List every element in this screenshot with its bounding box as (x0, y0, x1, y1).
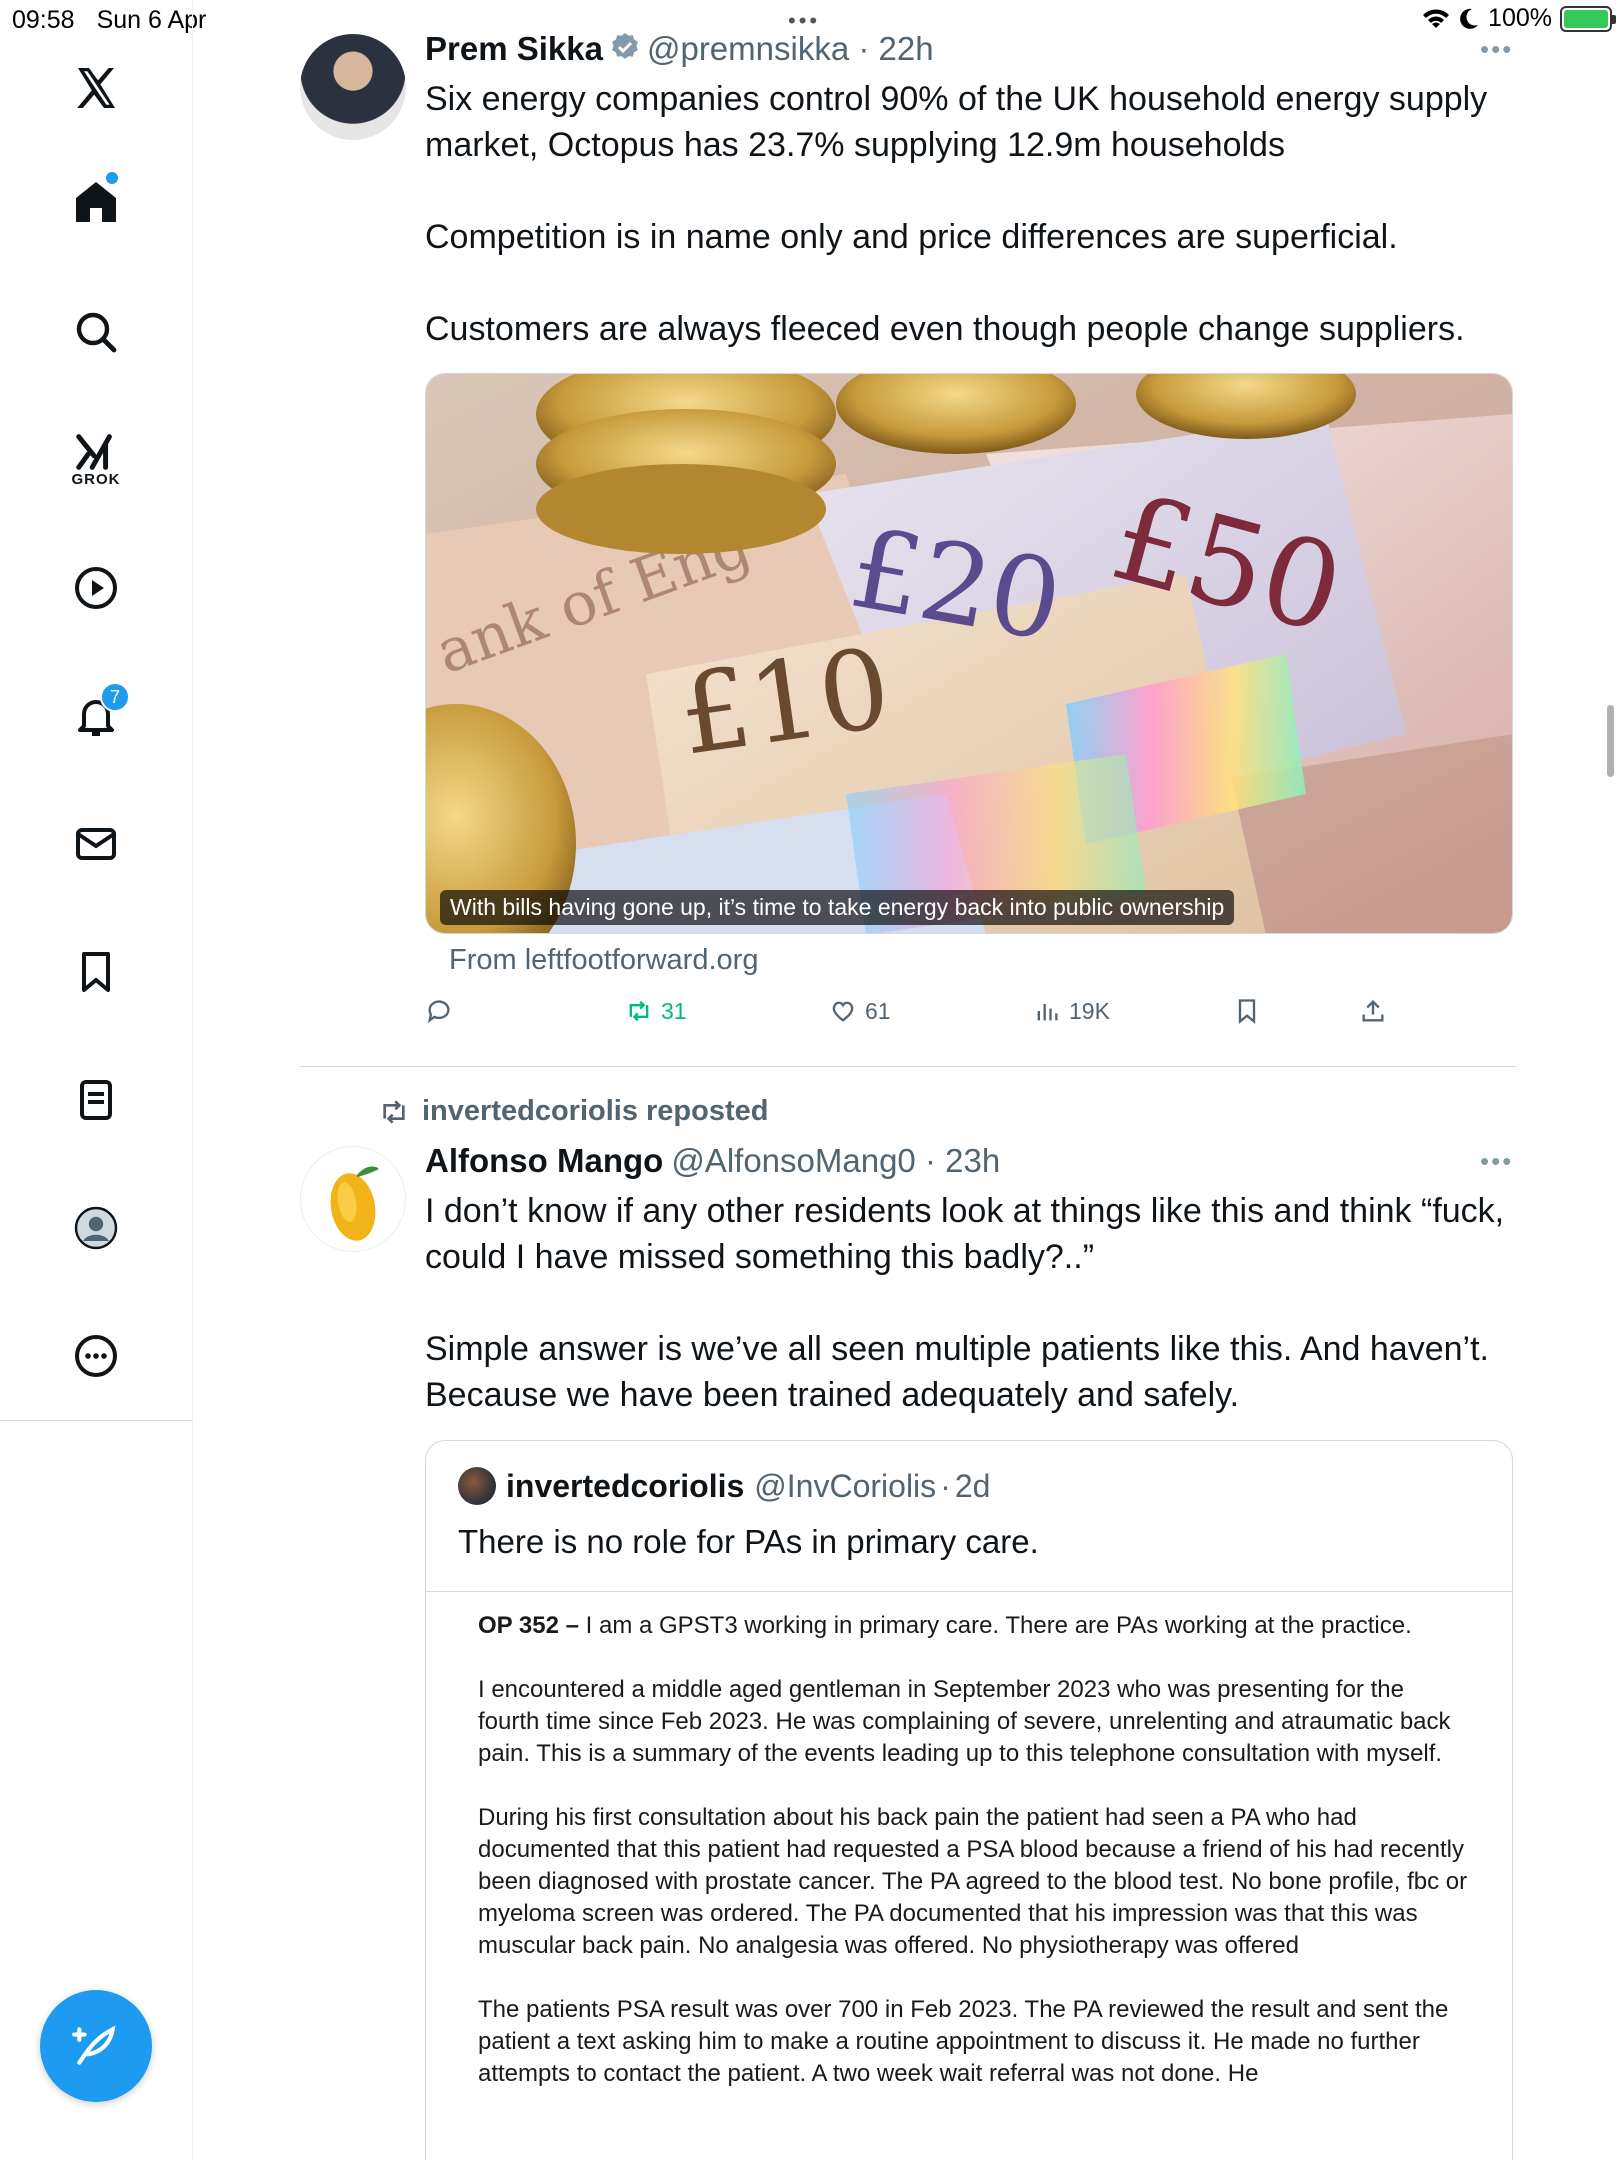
status-right: 100% (1422, 4, 1616, 33)
tweet1-paragraph: Six energy companies control 90% of the … (425, 80, 1488, 164)
tweet1-paragraph: Customers are always fleeced even though… (425, 310, 1465, 348)
views-count: 19K (1069, 997, 1110, 1024)
quote-avatar (458, 1467, 496, 1505)
quote-text: There is no role for PAs in primary care… (458, 1523, 1039, 1560)
battery-icon (1560, 5, 1616, 32)
reposted-by-text: invertedcoriolis reposted (422, 1095, 769, 1127)
tweet1-paragraph: Competition is in name only and price di… (425, 218, 1398, 256)
notifications-badge: 7 (100, 682, 130, 712)
tweet1-time[interactable]: 22h (879, 30, 934, 67)
quote-time: 2d (954, 1467, 991, 1504)
bookmark-outline-icon (1238, 999, 1256, 1024)
bookmark-button[interactable] (1233, 997, 1261, 1025)
views-button[interactable]: 19K (1033, 997, 1110, 1025)
tweet2-more-icon[interactable]: ••• (1480, 1146, 1513, 1177)
banknotes-coins-image: £50 £20 £10 ank of Eng (426, 374, 1512, 933)
link-source[interactable]: From leftfootforward.org (449, 944, 758, 977)
tweet1-actions: 31 61 19K (425, 995, 1425, 1035)
repost-small-icon (383, 1099, 405, 1124)
tweet2-handle[interactable]: @AlfonsoMang0 (671, 1142, 915, 1179)
more-circle-icon (75, 1335, 117, 1377)
compose-button[interactable] (40, 1990, 152, 2102)
doc-paragraph-2: I encountered a middle aged gentleman in… (478, 1676, 1451, 1767)
tweet-separator (300, 1066, 1516, 1067)
nav-notifications[interactable]: 7 (56, 676, 136, 756)
share-button[interactable] (1359, 997, 1387, 1025)
share-icon (1362, 1000, 1384, 1022)
quote-handle: @InvCoriolis (754, 1467, 937, 1504)
views-chart-icon (1037, 1004, 1058, 1021)
wifi-icon (1423, 8, 1450, 28)
sidebar-divider (0, 1420, 193, 1421)
nav-profile[interactable] (56, 1188, 136, 1268)
scrollbar-thumb[interactable] (1607, 705, 1614, 777)
mail-icon (76, 828, 116, 860)
tweet1-author-name[interactable]: Prem Sikka (425, 30, 603, 67)
heart-icon (832, 1001, 854, 1022)
nav-video[interactable] (56, 548, 136, 628)
x-logo-icon[interactable] (56, 48, 136, 128)
quote-separator: · (940, 1467, 951, 1504)
repost-button[interactable]: 31 (625, 997, 687, 1025)
doc-paragraph-1: OP 352 – I am a GPST3 working in primary… (478, 1610, 1468, 1642)
grok-icon (76, 433, 112, 470)
quoted-tweet[interactable]: invertedcoriolis @InvCoriolis · 2d There… (425, 1440, 1513, 2160)
tweet1-link-card-image[interactable]: £50 £20 £10 ank of Eng With bills having… (425, 373, 1513, 934)
doc-lead-rest: I am a GPST3 working in primary care. Th… (578, 1612, 1412, 1639)
like-button[interactable]: 61 (829, 997, 891, 1025)
tweet1-text: Six energy companies control 90% of the … (425, 76, 1515, 352)
tweet2-text: I don’t know if any other residents look… (425, 1188, 1515, 1418)
nav-bookmarks[interactable] (56, 932, 136, 1012)
quote-document-image: OP 352 – I am a GPST3 working in primary… (426, 1591, 1512, 2160)
doc-paragraph-4: The patients PSA result was over 700 in … (478, 1996, 1449, 2087)
avatar-prem-sikka[interactable] (300, 34, 406, 140)
doc-lead: OP 352 – (478, 1612, 579, 1639)
doc-paragraph-3: During his first consultation about his … (478, 1804, 1468, 1959)
list-document-icon (80, 1080, 112, 1120)
compose-feather-icon (72, 2025, 116, 2065)
tweet1-separator: · (849, 30, 879, 67)
quote-header: invertedcoriolis @InvCoriolis · 2d (458, 1467, 990, 1505)
nav-search[interactable] (56, 292, 136, 372)
grok-label: GROK (71, 470, 121, 488)
tweet2-paragraph: Simple answer is we’ve all seen multiple… (425, 1330, 1489, 1414)
quote-author-name: invertedcoriolis (506, 1467, 745, 1504)
tweet1-header: Prem Sikka @premnsikka · 22h (425, 30, 934, 68)
profile-avatar-icon (74, 1206, 118, 1250)
nav-more[interactable] (56, 1316, 136, 1396)
battery-percent: 100% (1488, 4, 1552, 32)
home-icon (76, 182, 116, 222)
sidebar: GROK 7 (0, 0, 193, 2160)
tweet1-spacer (425, 260, 1515, 306)
mango-image (330, 1166, 379, 1241)
tweet2-spacer (425, 1280, 1515, 1326)
tweet1-more-icon[interactable]: ••• (1480, 34, 1513, 65)
tweet2-paragraph: I don’t know if any other residents look… (425, 1192, 1505, 1276)
tweet1-handle[interactable]: @premnsikka (647, 30, 849, 67)
moon-icon (1460, 8, 1479, 29)
tweet2-separator: · (915, 1142, 946, 1179)
search-icon (76, 312, 117, 353)
like-count: 61 (865, 997, 891, 1024)
repost-icon (629, 1000, 649, 1022)
reply-icon (427, 1000, 450, 1024)
home-unread-dot (106, 172, 118, 184)
repost-count: 31 (661, 997, 687, 1024)
bookmark-icon (82, 952, 110, 992)
tweet2-header: Alfonso Mango @AlfonsoMang0 · 23h (425, 1142, 1000, 1180)
avatar-alfonso-mango[interactable] (300, 1146, 406, 1252)
nav-lists[interactable] (56, 1060, 136, 1140)
reply-button[interactable] (425, 997, 453, 1025)
tweet1-spacer (425, 168, 1515, 214)
reposted-by-line[interactable]: invertedcoriolis reposted (378, 1095, 769, 1128)
document-text: OP 352 – I am a GPST3 working in primary… (478, 1610, 1468, 2122)
nav-grok[interactable]: GROK (56, 418, 136, 498)
nav-messages[interactable] (56, 804, 136, 884)
tweet2-author-name[interactable]: Alfonso Mango (425, 1142, 663, 1179)
media-caption: With bills having gone up, it’s time to … (440, 890, 1235, 925)
verified-badge-icon (612, 33, 638, 59)
nav-home[interactable] (56, 162, 136, 242)
play-circle-icon (75, 567, 117, 609)
tweet2-time[interactable]: 23h (945, 1142, 1000, 1179)
